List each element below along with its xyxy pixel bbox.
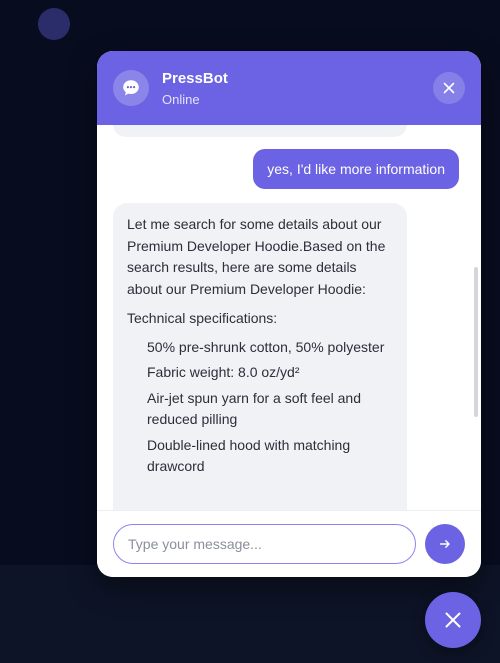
bot-message: Let me search for some details about our… <box>113 203 407 510</box>
composer <box>97 510 481 577</box>
close-icon <box>443 82 455 94</box>
spec-item: 50% pre-shrunk cotton, 50% polyester <box>147 338 385 355</box>
messages-scrollbar[interactable] <box>474 267 478 417</box>
bot-message-intro: Let me search for some details about our… <box>127 216 386 297</box>
chat-window: PressBot Online yes, I'd like more infor… <box>97 51 481 577</box>
bot-avatar <box>113 70 149 106</box>
close-chat-button[interactable] <box>433 72 465 104</box>
close-icon <box>445 612 461 628</box>
spec-item: Fabric weight: 8.0 oz/yd² <box>147 364 300 380</box>
spec-item: Double-lined hood with matching drawcord <box>147 436 351 475</box>
bot-status: Online <box>162 92 200 107</box>
user-message: yes, I'd like more information <box>253 149 459 189</box>
message-input[interactable] <box>113 524 416 564</box>
spec-item: Air-jet spun yarn for a soft feel and re… <box>147 389 361 428</box>
bot-name: PressBot <box>162 70 228 87</box>
arrow-right-icon <box>439 540 450 548</box>
spec-list: 50% pre-shrunk cotton, 50% polyester Fab… <box>127 337 393 478</box>
decorative-dot <box>38 8 70 40</box>
send-button[interactable] <box>425 524 465 564</box>
message-list[interactable]: yes, I'd like more information Let me se… <box>97 125 481 510</box>
chat-launcher-button[interactable] <box>425 592 481 648</box>
chat-header: PressBot Online <box>97 51 481 125</box>
spec-heading: Technical specifications: <box>127 310 278 326</box>
previous-bot-message <box>113 125 407 137</box>
chat-bubble-icon <box>123 80 139 96</box>
